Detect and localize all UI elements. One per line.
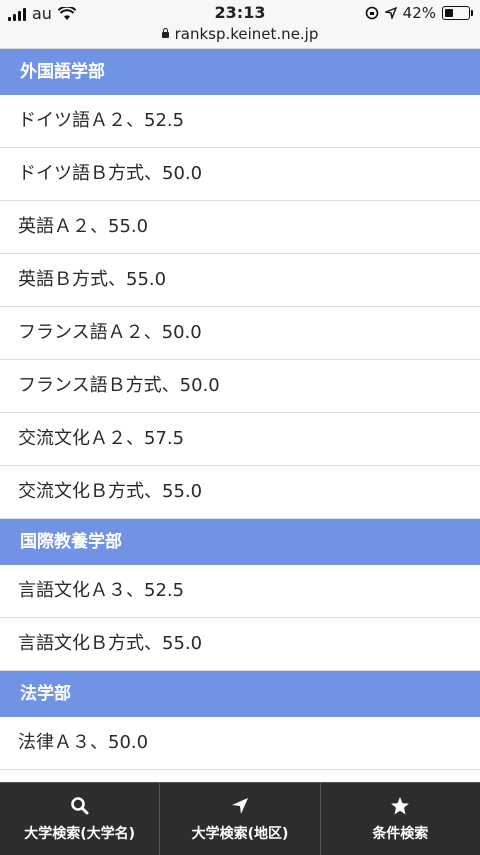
- list-item[interactable]: 英語Ｂ方式、55.0: [0, 254, 480, 307]
- list-item[interactable]: 英語Ａ２、55.0: [0, 201, 480, 254]
- star-icon: [391, 797, 410, 815]
- status-right: 42%: [365, 4, 473, 22]
- section-header: 法学部: [0, 671, 480, 717]
- search-icon: [70, 797, 89, 815]
- url-text: ranksp.keinet.ne.jp: [174, 25, 319, 43]
- tab-label: 条件検索: [372, 826, 429, 842]
- list-item[interactable]: 言語文化Ｂ方式、55.0: [0, 618, 480, 671]
- rotation-lock-icon: [365, 6, 378, 20]
- list-item[interactable]: 法律Ａ３、50.0: [0, 717, 480, 770]
- list-item[interactable]: フランス語Ａ２、50.0: [0, 307, 480, 360]
- section-header: 国際教養学部: [0, 519, 480, 565]
- tab-condition-search[interactable]: 条件検索: [321, 783, 480, 855]
- list-item[interactable]: 交流文化Ｂ方式、55.0: [0, 466, 480, 519]
- tab-search-by-name[interactable]: 大学検索(大学名): [0, 783, 161, 855]
- address-bar[interactable]: ranksp.keinet.ne.jp: [0, 25, 480, 43]
- section-international-liberal-arts: 国際教養学部 言語文化Ａ３、52.5 言語文化Ｂ方式、55.0: [0, 519, 480, 671]
- tab-label: 大学検索(地区): [191, 826, 289, 842]
- section-foreign-languages: 外国語学部 ドイツ語Ａ２、52.5 ドイツ語Ｂ方式、50.0 英語Ａ２、55.0…: [0, 49, 480, 519]
- section-law: 法学部 法律Ａ３、50.0: [0, 671, 480, 770]
- bottom-tab-bar: 大学検索(大学名) 大学検索(地区) 条件検索: [0, 782, 480, 855]
- list-item[interactable]: ドイツ語Ａ２、52.5: [0, 95, 480, 148]
- tab-label: 大学検索(大学名): [24, 826, 136, 842]
- battery-icon: [442, 6, 473, 20]
- status-bar: au 23:13 42% ranksp.keinet.ne.jp: [0, 0, 480, 49]
- section-header: 外国語学部: [0, 49, 480, 95]
- list-item[interactable]: ドイツ語Ｂ方式、50.0: [0, 148, 480, 201]
- list-item[interactable]: 言語文化Ａ３、52.5: [0, 565, 480, 618]
- lock-icon: [161, 28, 169, 38]
- battery-percent: 42%: [402, 4, 436, 22]
- tab-search-by-region[interactable]: 大学検索(地区): [160, 783, 321, 855]
- list-item[interactable]: フランス語Ｂ方式、50.0: [0, 360, 480, 413]
- location-icon: [384, 7, 397, 19]
- list-item[interactable]: 交流文化Ａ２、57.5: [0, 413, 480, 466]
- result-list: 外国語学部 ドイツ語Ａ２、52.5 ドイツ語Ｂ方式、50.0 英語Ａ２、55.0…: [0, 49, 480, 770]
- location-arrow-icon: [231, 798, 248, 814]
